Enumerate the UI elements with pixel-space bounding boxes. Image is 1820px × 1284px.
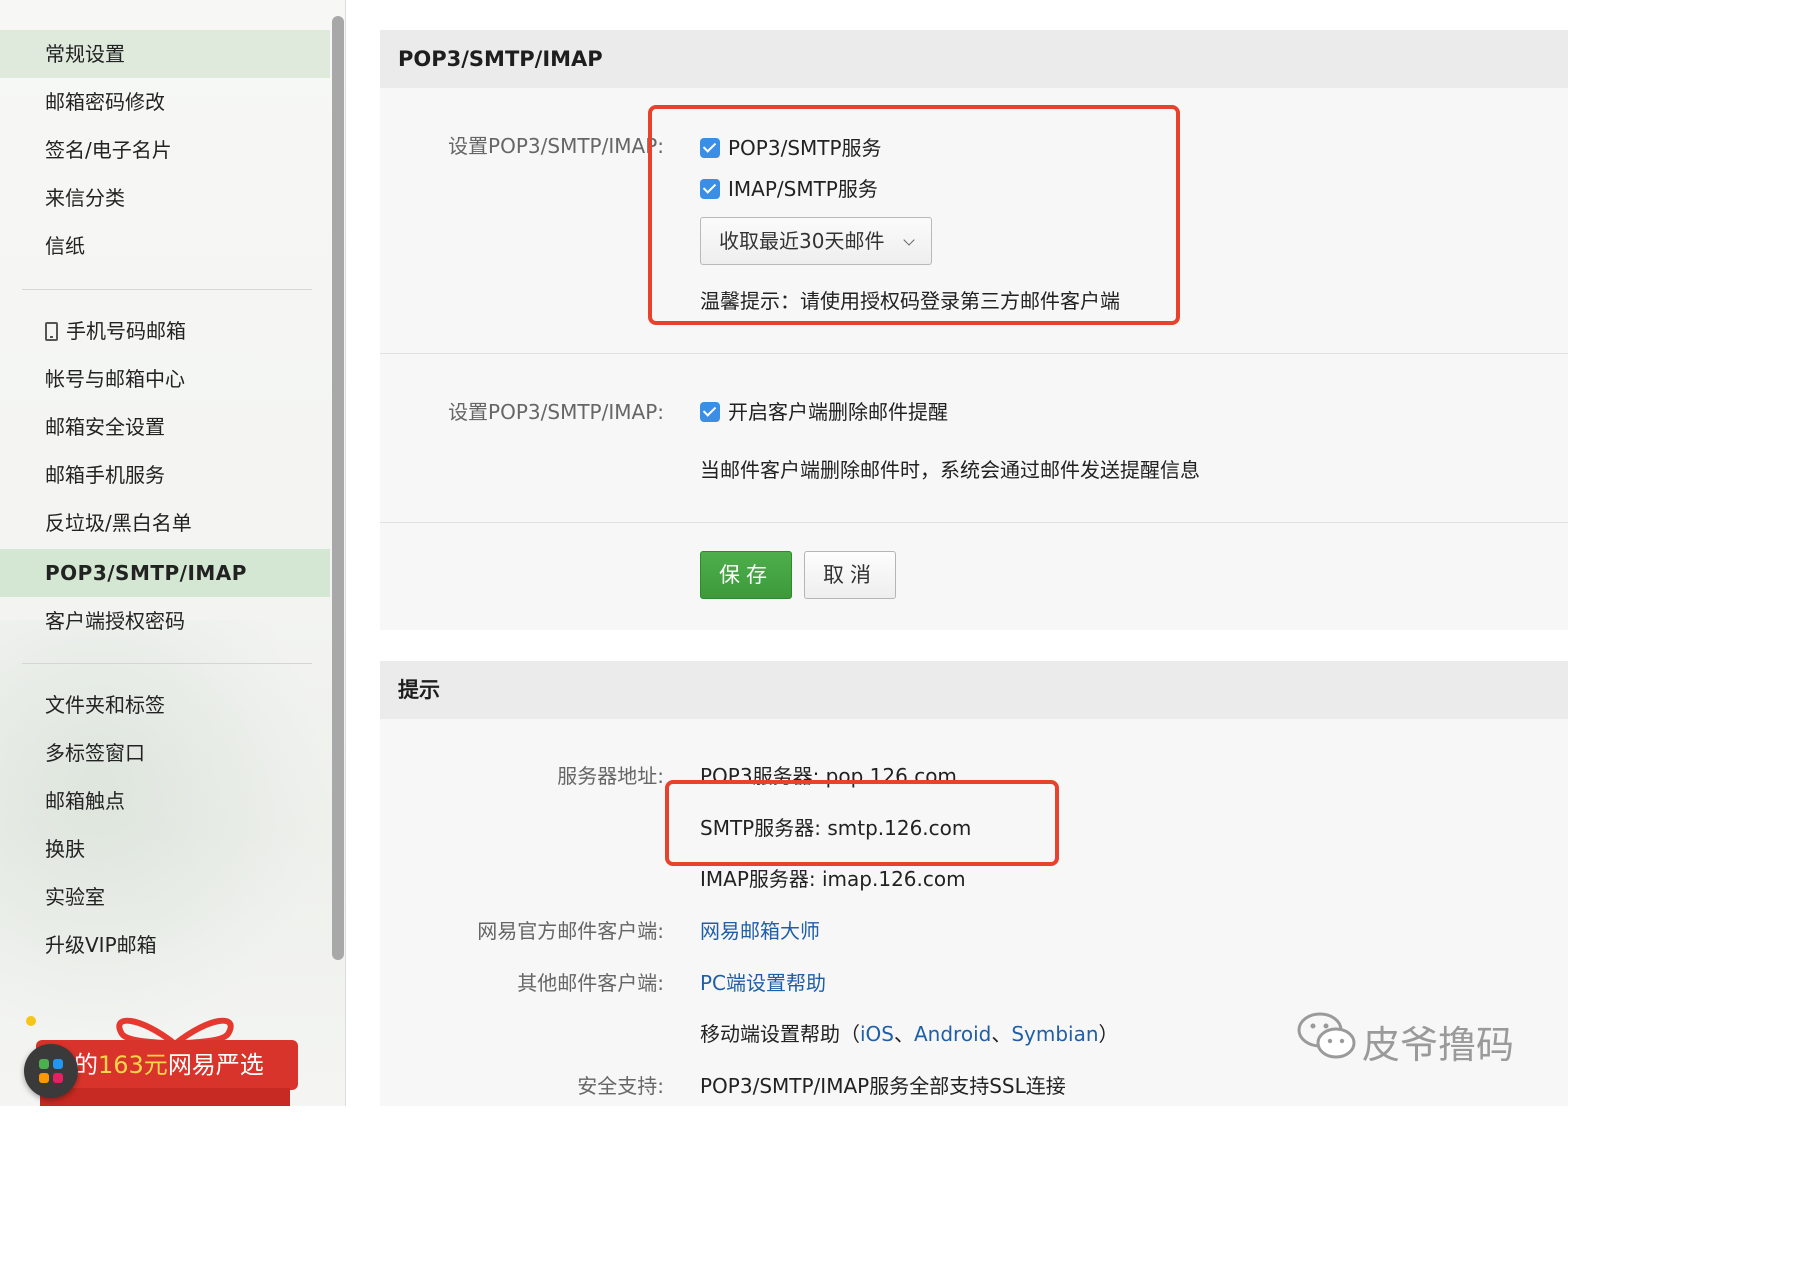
- delete-alert-note: 当邮件客户端删除邮件时，系统会通过邮件发送提醒信息: [700, 458, 1200, 482]
- pc-help-link[interactable]: PC端设置帮助: [700, 967, 826, 996]
- app-launcher-icon[interactable]: [24, 1044, 78, 1098]
- wechat-watermark: 皮爷撸码: [1296, 1010, 1526, 1067]
- sidebar-item-signature[interactable]: 签名/电子名片: [0, 126, 330, 174]
- security-text: POP3/SMTP/IMAP服务全部支持SSL连接: [700, 1074, 1066, 1098]
- cancel-button[interactable]: 取消: [804, 551, 896, 599]
- panel-title: 提示: [380, 661, 1568, 719]
- symbian-help-link[interactable]: Symbian: [1011, 1022, 1098, 1046]
- sidebar-item-mail-rules[interactable]: 来信分类: [0, 174, 330, 222]
- setting-label: 设置POP3/SMTP/IMAP:: [448, 400, 664, 424]
- promo-gift-box: [40, 1088, 290, 1106]
- wechat-icon: [1297, 1012, 1356, 1059]
- sidebar-item-skin[interactable]: 换肤: [0, 825, 330, 873]
- highlight-box-services: [648, 105, 1180, 325]
- sidebar-divider: [22, 663, 312, 664]
- mobile-help-line: 移动端设置帮助（iOS、Android、Symbian）: [700, 1022, 1119, 1046]
- sidebar-item-lab[interactable]: 实验室: [0, 873, 330, 921]
- save-button[interactable]: 保存: [700, 551, 792, 599]
- watermark-text: 皮爷撸码: [1362, 1023, 1515, 1067]
- security-label: 安全支持:: [577, 1074, 664, 1098]
- delete-alert-checkbox[interactable]: [700, 402, 720, 422]
- section-divider: [380, 522, 1568, 523]
- sidebar-item-pop3-smtp-imap[interactable]: POP3/SMTP/IMAP: [0, 549, 330, 597]
- sidebar-item-multi-tab[interactable]: 多标签窗口: [0, 729, 330, 777]
- sidebar-item-client-auth-code[interactable]: 客户端授权密码: [0, 597, 330, 645]
- section-divider: [380, 353, 1568, 354]
- panel-title: POP3/SMTP/IMAP: [380, 30, 1568, 88]
- sidebar-item-password[interactable]: 邮箱密码修改: [0, 78, 330, 126]
- sidebar-item-mobile-service[interactable]: 邮箱手机服务: [0, 451, 330, 499]
- highlight-box-smtp: [665, 780, 1059, 866]
- decoration-dot: [26, 1016, 36, 1026]
- android-help-link[interactable]: Android: [914, 1022, 991, 1046]
- sidebar-item-account-center[interactable]: 帐号与邮箱中心: [0, 355, 330, 403]
- sidebar-divider: [22, 289, 312, 290]
- server-address-label: 服务器地址:: [557, 764, 664, 788]
- sidebar-scrollbar[interactable]: [332, 16, 344, 960]
- sidebar-item-phone-mailbox[interactable]: 手机号码邮箱: [0, 307, 330, 355]
- delete-alert-label: 开启客户端删除邮件提醒: [728, 400, 948, 424]
- sidebar-item-upgrade-vip[interactable]: 升级VIP邮箱: [0, 921, 330, 969]
- sidebar-item-general[interactable]: 常规设置: [0, 30, 330, 78]
- mobile-phone-icon: [45, 322, 58, 341]
- settings-sidebar: 常规设置 邮箱密码修改 签名/电子名片 来信分类 信纸 手机号码邮箱 帐号与邮箱…: [0, 0, 346, 1106]
- sidebar-item-antispam[interactable]: 反垃圾/黑白名单: [0, 499, 330, 547]
- sidebar-item-folders-labels[interactable]: 文件夹和标签: [0, 681, 330, 729]
- imap-server: IMAP服务器: imap.126.com: [700, 867, 966, 891]
- sidebar-item-mail-touchpoint[interactable]: 邮箱触点: [0, 777, 330, 825]
- other-client-label: 其他邮件客户端:: [517, 971, 664, 995]
- official-client-link[interactable]: 网易邮箱大师: [700, 915, 820, 944]
- sidebar-item-security[interactable]: 邮箱安全设置: [0, 403, 330, 451]
- sidebar-item-stationery[interactable]: 信纸: [0, 222, 330, 270]
- setting-label: 设置POP3/SMTP/IMAP:: [448, 134, 664, 158]
- ios-help-link[interactable]: iOS: [860, 1022, 894, 1046]
- official-client-label: 网易官方邮件客户端:: [477, 919, 664, 943]
